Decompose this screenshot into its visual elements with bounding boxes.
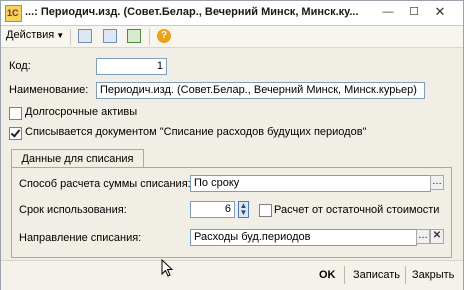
residual-value-label: Расчет от остаточной стоимости [274,204,440,216]
close-icon[interactable]: ✕ [433,5,447,19]
method-label: Способ расчета суммы списания: [19,178,191,190]
period-label: Срок использования: [19,204,127,216]
method-select-button[interactable]: … [430,175,444,190]
residual-value-checkbox[interactable] [259,204,272,217]
footer-separator [405,266,406,284]
actions-menu-button[interactable]: Действия ▼ [6,29,67,43]
code-label: Код: [9,60,31,72]
app-1c-icon: 1С [5,5,22,22]
tab-writeoff-data[interactable]: Данные для списания [11,149,144,168]
spin-stepper-icon[interactable]: ▲ ▼ [238,201,249,218]
title-bar: 1С ...: Периодич.изд. (Совет.Белар., Веч… [1,1,463,26]
form-footer: OK Записать Закрыть [1,260,463,290]
maximize-icon[interactable]: ☐ [407,5,421,19]
save-form-icon[interactable] [78,29,92,43]
writeoff-doc-checkbox[interactable] [9,127,22,140]
name-field[interactable]: Периодич.изд. (Совет.Белар., Вечерний Ми… [96,82,425,99]
long-term-assets-label: Долгосрочные активы [25,106,138,118]
method-field[interactable]: По сроку [190,175,431,192]
toolbar: Действия ▼ ? [1,26,463,48]
writeoff-doc-label: Списывается документом "Списание расходо… [25,126,367,138]
direction-field[interactable]: Расходы буд.периодов [190,229,417,246]
long-term-assets-checkbox[interactable] [9,107,22,120]
name-label: Наименование: [9,84,89,96]
code-field[interactable]: 1 [96,58,167,75]
copy-new-icon[interactable] [127,29,141,43]
direction-label: Направление списания: [19,232,142,244]
close-button[interactable]: Закрыть [412,269,454,281]
refresh-icon[interactable] [103,29,117,43]
mouse-cursor-icon [161,259,174,277]
minimize-icon[interactable]: — [381,5,395,19]
clear-x-icon[interactable]: ✕ [430,229,444,244]
toolbar-separator [70,29,71,45]
form-window: 1С ...: Периодич.изд. (Совет.Белар., Веч… [0,0,464,290]
footer-separator [344,266,345,284]
save-button[interactable]: Записать [353,269,400,281]
window-title: ...: Периодич.изд. (Совет.Белар., Вечерн… [25,6,359,18]
toolbar-separator [149,29,150,45]
ok-button[interactable]: OK [319,269,336,281]
period-field[interactable]: 6 [190,201,235,218]
direction-select-button[interactable]: … [416,229,430,244]
dropdown-caret-icon: ▼ [56,31,65,40]
help-icon[interactable]: ? [157,29,171,43]
